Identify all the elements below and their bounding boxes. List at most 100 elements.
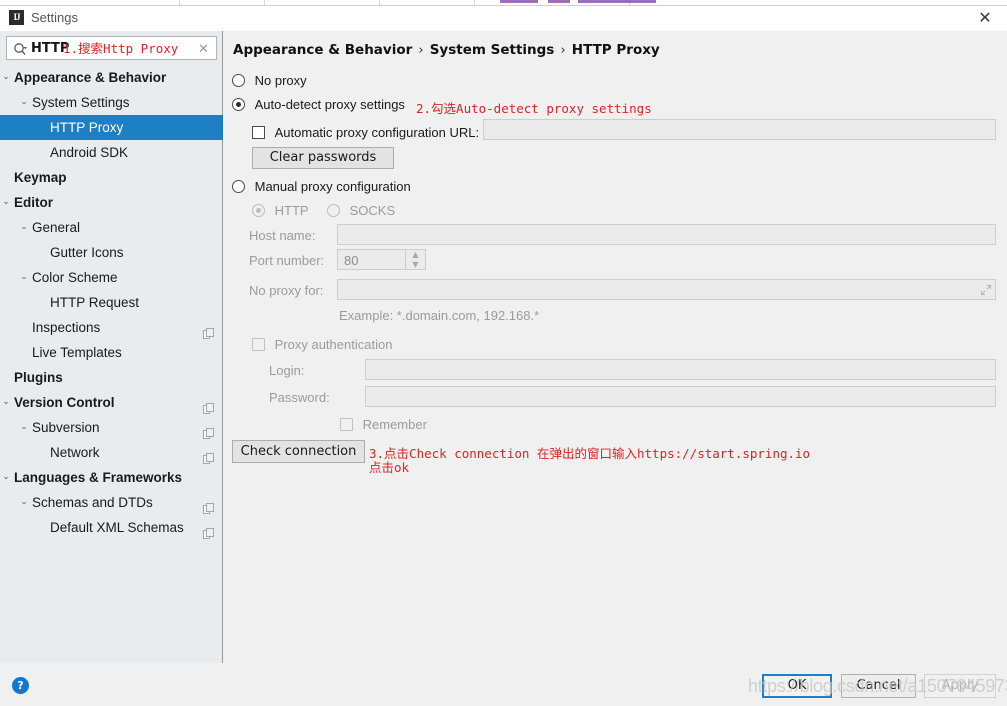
chevron-down-icon[interactable]: ⌄	[0, 190, 12, 215]
cancel-button[interactable]: Cancel	[841, 674, 916, 698]
help-icon[interactable]: ?	[12, 677, 29, 694]
chevron-down-icon[interactable]: ⌄	[18, 490, 30, 515]
chevron-down-icon[interactable]: ⌄	[0, 390, 12, 415]
proxy-authentication-option[interactable]: Proxy authentication	[252, 335, 392, 355]
sidebar-item-android-sdk[interactable]: Android SDK	[0, 140, 223, 165]
page-title: HTTP Proxy	[572, 42, 660, 58]
auto-config-url-option[interactable]: Automatic proxy configuration URL:	[252, 123, 479, 143]
sidebar-item-keymap[interactable]: Keymap	[0, 165, 223, 190]
sidebar-item-plugins[interactable]: Plugins	[0, 365, 223, 390]
sidebar-item-label: Default XML Schemas	[50, 515, 184, 540]
copy-icon	[203, 422, 214, 433]
apply-button[interactable]: Apply	[924, 674, 996, 698]
sidebar-item-default-xml-schemas[interactable]: Default XML Schemas	[0, 515, 223, 540]
manual-proxy-label: Manual proxy configuration	[249, 179, 411, 194]
radio-auto-detect[interactable]	[232, 98, 245, 111]
chevron-down-icon[interactable]: ⌄	[0, 465, 12, 490]
sidebar-item-version-control[interactable]: ⌄Version Control	[0, 390, 223, 415]
sidebar-item-gutter-icons[interactable]: Gutter Icons	[0, 240, 223, 265]
checkbox-remember[interactable]	[340, 418, 353, 431]
port-number-label: Port number:	[249, 251, 324, 271]
manual-proxy-option[interactable]: Manual proxy configuration	[232, 177, 411, 197]
radio-socks[interactable]	[327, 204, 340, 217]
login-input[interactable]	[365, 359, 996, 380]
checkbox-proxy-authentication[interactable]	[252, 338, 265, 351]
chevron-down-icon[interactable]: ⌄	[18, 415, 30, 440]
sidebar-item-subversion[interactable]: ⌄Subversion	[0, 415, 223, 440]
radio-http[interactable]	[252, 204, 265, 217]
sidebar-item-system-settings[interactable]: ⌄System Settings	[0, 90, 223, 115]
expand-icon[interactable]	[980, 284, 992, 296]
sidebar-item-label: Inspections	[32, 315, 100, 340]
no-proxy-for-example: Example: *.domain.com, 192.168.*	[339, 306, 539, 326]
sidebar-item-live-templates[interactable]: Live Templates	[0, 340, 223, 365]
chevron-down-icon[interactable]: ⌄	[18, 265, 30, 290]
sidebar-item-network[interactable]: Network	[0, 440, 223, 465]
settings-tree: ⌄Appearance & Behavior⌄System SettingsHT…	[0, 65, 223, 540]
password-input[interactable]	[365, 386, 996, 407]
sidebar-item-label: Schemas and DTDs	[32, 490, 153, 515]
breadcrumb: Appearance & Behavior›System Settings›HT…	[233, 41, 660, 59]
no-proxy-for-input[interactable]	[337, 279, 996, 300]
breadcrumb-part-1[interactable]: Appearance & Behavior	[233, 42, 412, 58]
no-proxy-for-label: No proxy for:	[249, 281, 323, 301]
remember-label: Remember	[357, 417, 427, 432]
window-titlebar: IJ Settings ✕	[0, 6, 1007, 31]
sidebar-item-label: Editor	[14, 190, 53, 215]
sidebar-item-appearance-behavior[interactable]: ⌄Appearance & Behavior	[0, 65, 223, 90]
annotation-step-2: 2.勾选Auto-detect proxy settings	[416, 98, 652, 117]
settings-sidebar: HTTP ✕ ⌄Appearance & Behavior⌄System Set…	[0, 31, 223, 663]
settings-content: Appearance & Behavior›System Settings›HT…	[224, 31, 1007, 663]
auto-config-url-input[interactable]	[483, 119, 996, 140]
port-number-input[interactable]: 80 ▲ ▼	[337, 249, 426, 270]
sidebar-item-label: Keymap	[14, 165, 67, 190]
no-proxy-label: No proxy	[249, 73, 307, 88]
check-connection-button[interactable]: Check connection	[232, 440, 365, 463]
breadcrumb-part-2[interactable]: System Settings	[430, 42, 555, 58]
chevron-down-icon[interactable]: ⌄	[0, 65, 12, 90]
sidebar-item-http-proxy[interactable]: HTTP Proxy	[0, 115, 223, 140]
sidebar-item-label: Plugins	[14, 365, 63, 390]
sidebar-item-color-scheme[interactable]: ⌄Color Scheme	[0, 265, 223, 290]
close-icon[interactable]: ✕	[971, 8, 999, 28]
chevron-down-icon[interactable]: ⌄	[18, 215, 30, 240]
checkbox-auto-config-url[interactable]	[252, 126, 265, 139]
host-name-input[interactable]	[337, 224, 996, 245]
sidebar-item-label: General	[32, 215, 80, 240]
sidebar-item-http-request[interactable]: HTTP Request	[0, 290, 223, 315]
annotation-step-3-line-2: 点击ok	[369, 457, 409, 476]
close-icon[interactable]: ✕	[197, 40, 210, 57]
socks-option[interactable]: SOCKS	[327, 201, 395, 221]
port-number-stepper[interactable]: ▲ ▼	[405, 250, 425, 269]
radio-manual-proxy[interactable]	[232, 180, 245, 193]
auto-detect-label: Auto-detect proxy settings	[249, 97, 405, 112]
sidebar-item-label: Network	[50, 440, 100, 465]
chevron-down-icon[interactable]: ⌄	[18, 90, 30, 115]
ok-button[interactable]: OK	[762, 674, 832, 698]
chevron-down-icon[interactable]: ▼	[406, 260, 425, 269]
sidebar-item-label: Gutter Icons	[50, 240, 124, 265]
sidebar-item-label: Version Control	[14, 390, 115, 415]
annotation-step-3-line-1: 3.点击Check connection 在弹出的窗口输入https://sta…	[369, 443, 810, 462]
chevron-up-icon[interactable]: ▲	[406, 250, 425, 259]
host-name-label: Host name:	[249, 226, 315, 246]
no-proxy-option[interactable]: No proxy	[232, 71, 307, 91]
sidebar-item-languages-frameworks[interactable]: ⌄Languages & Frameworks	[0, 465, 223, 490]
copy-icon	[203, 522, 214, 533]
sidebar-item-general[interactable]: ⌄General	[0, 215, 223, 240]
copy-icon	[203, 397, 214, 408]
sidebar-item-label: HTTP Request	[50, 290, 139, 315]
radio-no-proxy[interactable]	[232, 74, 245, 87]
copy-icon	[203, 322, 214, 333]
remember-option[interactable]: Remember	[340, 415, 427, 435]
clear-passwords-button[interactable]: Clear passwords	[252, 147, 394, 169]
sidebar-item-label: System Settings	[32, 90, 130, 115]
auto-detect-option[interactable]: Auto-detect proxy settings	[232, 95, 405, 115]
sidebar-item-editor[interactable]: ⌄Editor	[0, 190, 223, 215]
sidebar-item-inspections[interactable]: Inspections	[0, 315, 223, 340]
sidebar-item-schemas-and-dtds[interactable]: ⌄Schemas and DTDs	[0, 490, 223, 515]
password-label: Password:	[269, 388, 330, 408]
sidebar-item-label: HTTP Proxy	[50, 115, 123, 140]
socks-label: SOCKS	[344, 203, 396, 218]
http-option[interactable]: HTTP	[252, 201, 309, 221]
